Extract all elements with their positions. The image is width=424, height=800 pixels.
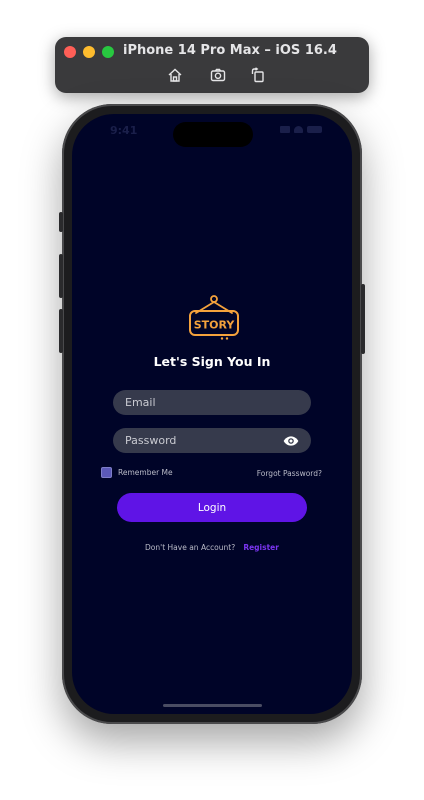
volume-down-button xyxy=(59,309,63,353)
action-button xyxy=(59,212,63,232)
volume-up-button xyxy=(59,254,63,298)
page-title: Let's Sign You In xyxy=(153,354,271,369)
forgot-password-link[interactable]: Forgot Password? xyxy=(257,469,322,478)
rotate-icon[interactable] xyxy=(250,67,266,83)
show-password-eye-icon[interactable] xyxy=(283,433,299,449)
remember-me-checkbox[interactable]: Remember Me xyxy=(101,467,173,478)
register-link[interactable]: Register xyxy=(243,543,279,552)
screenshot-icon[interactable] xyxy=(210,67,226,83)
app-screen: 9:41 STORY Let's Sign You In Email Remem… xyxy=(72,114,352,714)
logo-text: STORY xyxy=(194,319,236,332)
email-field-container xyxy=(113,390,311,415)
checkbox-box[interactable] xyxy=(101,467,112,478)
password-field[interactable] xyxy=(125,434,283,447)
battery-icon xyxy=(307,126,322,133)
login-button[interactable]: Login xyxy=(117,493,307,522)
wifi-icon xyxy=(294,126,303,133)
simulator-toolbar: iPhone 14 Pro Max – iOS 16.4 xyxy=(55,37,369,93)
signal-icon xyxy=(280,126,290,133)
story-logo: STORY xyxy=(187,294,241,344)
password-field-container xyxy=(113,428,311,453)
minimize-window-button[interactable] xyxy=(83,46,95,58)
register-row: Don't Have an Account? Register xyxy=(72,535,352,554)
register-prompt: Don't Have an Account? xyxy=(145,543,236,552)
status-icons xyxy=(280,126,322,133)
phone-frame: 9:41 STORY Let's Sign You In Email Remem… xyxy=(59,104,365,724)
status-time: 9:41 xyxy=(110,124,138,137)
remember-me-label: Remember Me xyxy=(118,468,173,477)
simulator-title: iPhone 14 Pro Max – iOS 16.4 xyxy=(123,43,337,58)
close-window-button[interactable] xyxy=(64,46,76,58)
zoom-window-button[interactable] xyxy=(102,46,114,58)
dynamic-island xyxy=(173,122,253,147)
email-field[interactable] xyxy=(125,396,299,409)
home-icon[interactable] xyxy=(167,67,183,83)
power-button xyxy=(361,284,365,354)
home-indicator[interactable] xyxy=(163,704,262,707)
